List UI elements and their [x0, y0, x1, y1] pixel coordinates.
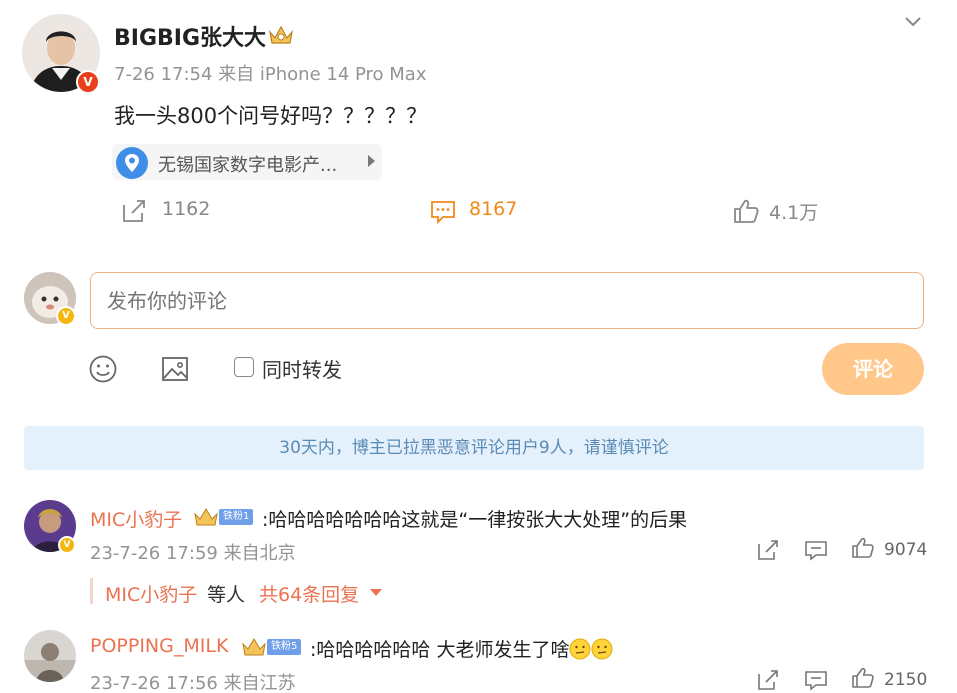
crown-icon — [194, 508, 218, 526]
chevron-down-icon[interactable] — [902, 10, 924, 32]
like-icon[interactable] — [851, 536, 875, 560]
submit-comment-button[interactable]: 评论 — [822, 343, 924, 395]
like-icon[interactable] — [732, 197, 760, 225]
comment-text: :哈哈哈哈哈哈 大老师发生了啥 — [310, 639, 570, 661]
reply-author[interactable]: MIC小豹子 — [105, 580, 197, 607]
fan-badge: 铁粉1 — [193, 507, 254, 527]
reply-count-link[interactable]: 共64条回复 — [259, 580, 359, 607]
thinking-emoji-icon — [591, 638, 613, 660]
verified-badge-icon: V — [56, 306, 76, 326]
reply-divider — [90, 578, 93, 604]
fan-badge: 铁粉5 — [241, 637, 302, 657]
verified-badge-icon: V — [58, 536, 76, 554]
comment-count[interactable]: 8167 — [469, 198, 517, 220]
comment-icon[interactable] — [429, 197, 457, 225]
caret-down-icon[interactable] — [370, 589, 382, 596]
chevron-right-icon — [368, 155, 375, 167]
location-text: 无锡国家数字电影产... — [158, 155, 338, 176]
comment-meta: 23-7-26 17:56 来自江苏 — [90, 673, 296, 693]
repost-label[interactable]: 同时转发 — [262, 354, 342, 383]
thinking-emoji-icon — [569, 638, 591, 660]
repost-icon[interactable] — [756, 538, 780, 562]
comment-icon[interactable] — [804, 668, 828, 692]
post-meta: 7-26 17:54 来自 iPhone 14 Pro Max — [114, 64, 427, 85]
repost-icon[interactable] — [120, 197, 148, 225]
comment-author[interactable]: POPPING_MILK — [90, 635, 228, 657]
blocked-users-notice: 30天内，博主已拉黑恶意评论用户9人，请谨慎评论 — [24, 426, 924, 470]
like-count[interactable]: 4.1万 — [769, 198, 818, 225]
post-text: 我一头800个问号好吗？？？？？ — [114, 104, 428, 128]
location-pin-icon — [116, 147, 148, 179]
crown-icon — [242, 638, 266, 656]
comment-text: :哈哈哈哈哈哈哈这就是“一律按张大大处理”的后果 — [262, 509, 688, 531]
verified-badge-icon: V — [76, 70, 100, 94]
comment-input[interactable] — [90, 272, 924, 329]
image-icon[interactable] — [160, 354, 190, 384]
author-name[interactable]: BIGBIG张大大 — [114, 20, 266, 52]
comment-avatar[interactable] — [24, 630, 76, 682]
crown-icon — [269, 25, 293, 44]
comment-like-count[interactable]: 9074 — [884, 540, 927, 560]
comment-icon[interactable] — [804, 538, 828, 562]
fan-badge-label: 铁粉1 — [219, 509, 254, 525]
comment-author[interactable]: MIC小豹子 — [90, 505, 182, 532]
repost-icon[interactable] — [756, 668, 780, 692]
fan-badge-label: 铁粉5 — [267, 639, 302, 655]
reply-others-label: 等人 — [207, 584, 246, 606]
comment-meta: 23-7-26 17:59 来自北京 — [90, 543, 296, 564]
emoji-icon[interactable] — [88, 354, 118, 384]
like-icon[interactable] — [851, 666, 875, 690]
repost-checkbox[interactable] — [234, 357, 254, 377]
repost-count[interactable]: 1162 — [162, 198, 210, 220]
comment-like-count[interactable]: 2150 — [884, 670, 927, 690]
comment-text-row: :哈哈哈哈哈哈 大老师发生了啥 — [310, 635, 613, 662]
